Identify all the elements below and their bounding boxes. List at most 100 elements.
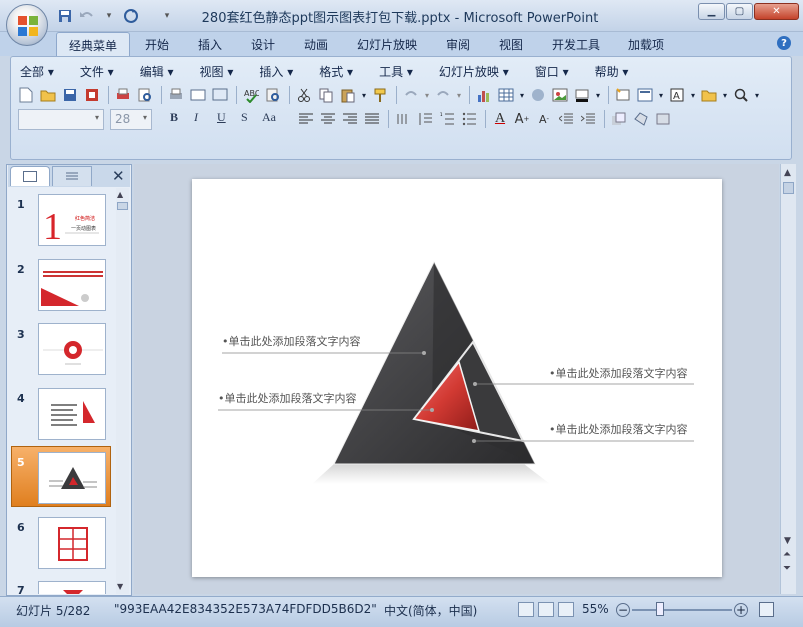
redo-icon[interactable] [433, 85, 453, 105]
current-slide[interactable]: •单击此处添加段落文字内容 •单击此处添加段落文字内容 •单击此处添加段落文字内… [192, 179, 722, 577]
zoom-out-icon[interactable]: − [616, 603, 630, 617]
thumbnail-slide-4[interactable] [38, 388, 106, 440]
thumbnail-slide-1[interactable]: 1 红色简洁 一页动图表 [38, 194, 106, 246]
textbox-icon[interactable]: A [667, 85, 687, 105]
shape-effects-icon[interactable] [653, 109, 673, 129]
menu-edit[interactable]: 编辑 ▾ [140, 63, 174, 79]
preview-icon[interactable] [188, 85, 208, 105]
tab-review[interactable]: 审阅 [446, 36, 470, 53]
font-color-icon[interactable]: A [490, 109, 510, 129]
maximize-icon[interactable]: ▢ [726, 3, 753, 20]
undo-icon[interactable] [401, 85, 421, 105]
menu-file[interactable]: 文件 ▾ [80, 63, 114, 79]
decrease-indent-icon[interactable] [556, 109, 576, 129]
undo-dropdown-icon[interactable]: ▾ [100, 7, 118, 25]
help-icon[interactable]: ? [777, 36, 791, 50]
tab-developer[interactable]: 开发工具 [552, 36, 600, 53]
shape-outline-icon[interactable] [631, 109, 651, 129]
tab-design[interactable]: 设计 [251, 36, 275, 53]
increase-indent-icon[interactable] [578, 109, 598, 129]
menu-tools[interactable]: 工具 ▾ [379, 63, 413, 79]
next-slide-icon[interactable]: ⏷ [783, 564, 791, 574]
scroll-down-icon[interactable]: ▼ [117, 582, 123, 591]
tab-insert[interactable]: 插入 [198, 36, 222, 53]
slideshow-view-icon[interactable] [558, 602, 574, 617]
print-preview-icon[interactable] [135, 85, 155, 105]
align-left-icon[interactable] [296, 109, 316, 129]
justify-icon[interactable] [362, 109, 382, 129]
open-folder-icon[interactable] [38, 85, 58, 105]
print-quick-icon[interactable] [166, 85, 186, 105]
zoom-slider-track[interactable] [632, 609, 732, 611]
layout-dropdown-icon[interactable]: ▾ [657, 85, 665, 105]
tab-home[interactable]: 开始 [145, 36, 169, 53]
thumbnail-slide-2[interactable] [38, 259, 106, 311]
thumbnail-slide-3[interactable] [38, 323, 106, 375]
font-name-combo[interactable]: ▾ [18, 109, 104, 130]
scroll-down-icon[interactable]: ▼ [784, 536, 791, 546]
arrange-icon[interactable] [609, 109, 629, 129]
menu-slideshow[interactable]: 幻灯片放映 ▾ [439, 63, 509, 79]
bold-icon[interactable]: B [170, 110, 178, 125]
slide-sorter-icon[interactable] [538, 602, 554, 617]
tab-classic-menu[interactable]: 经典菜单 [56, 32, 131, 57]
shrink-font-icon[interactable]: A- [534, 109, 554, 129]
paste-icon[interactable] [338, 85, 358, 105]
print-icon[interactable] [113, 85, 133, 105]
copy-icon[interactable] [316, 85, 336, 105]
bullet-text-2[interactable]: •单击此处添加段落文字内容 [218, 390, 357, 406]
scroll-up-icon[interactable]: ▲ [784, 168, 791, 178]
italic-icon[interactable]: I [194, 110, 198, 125]
permission-icon[interactable] [82, 85, 102, 105]
scroll-thumb[interactable] [117, 202, 128, 210]
tab-addins[interactable]: 加载项 [628, 36, 664, 53]
close-panel-icon[interactable]: ✕ [112, 167, 125, 185]
undo-icon[interactable] [78, 7, 96, 25]
menu-help[interactable]: 帮助 ▾ [595, 63, 629, 79]
line-spacing-icon[interactable] [415, 109, 435, 129]
underline-icon[interactable]: U [217, 110, 226, 125]
open-folder-icon-2[interactable] [699, 85, 719, 105]
paste-dropdown-icon[interactable]: ▾ [360, 85, 368, 105]
layout-icon[interactable] [635, 85, 655, 105]
bullet-text-1[interactable]: •单击此处添加段落文字内容 [222, 333, 361, 349]
zoom-dropdown-icon[interactable]: ▾ [753, 85, 761, 105]
font-size-combo[interactable]: 28 ▾ [110, 109, 152, 130]
thumbnail-slide-7[interactable] [38, 581, 106, 594]
menu-format[interactable]: 格式 ▾ [319, 63, 353, 79]
zoom-in-icon[interactable]: + [734, 603, 748, 617]
normal-view-icon[interactable] [518, 602, 534, 617]
tab-view[interactable]: 视图 [499, 36, 523, 53]
research-icon[interactable] [263, 85, 283, 105]
font-dropdown-icon[interactable]: ▾ [95, 113, 99, 122]
menu-view[interactable]: 视图 ▾ [200, 63, 234, 79]
language-indicator[interactable]: 中文(简体，中国) [384, 602, 477, 619]
menu-insert[interactable]: 插入 ▾ [259, 63, 293, 79]
zoom-slider-thumb[interactable] [656, 602, 664, 616]
undo-dropdown-icon[interactable]: ▾ [423, 85, 431, 105]
new-document-icon[interactable] [16, 85, 36, 105]
save-icon[interactable] [56, 7, 74, 25]
tab-slides-thumbnail[interactable] [10, 166, 50, 186]
clipart-icon[interactable] [528, 85, 548, 105]
spelling-icon[interactable]: ABC [241, 85, 261, 105]
fit-to-window-icon[interactable] [759, 602, 774, 617]
menu-window[interactable]: 窗口 ▾ [535, 63, 569, 79]
thumbnail-slide-5[interactable] [38, 452, 106, 504]
office-button[interactable] [6, 4, 48, 46]
new-slide-icon[interactable] [613, 85, 633, 105]
close-icon[interactable]: ✕ [754, 3, 799, 20]
fill-color-icon[interactable] [572, 85, 592, 105]
zoom-search-icon[interactable] [731, 85, 751, 105]
tab-animation[interactable]: 动画 [304, 36, 328, 53]
change-case-icon[interactable]: Aa [262, 110, 276, 125]
text-direction-icon[interactable] [393, 109, 413, 129]
folder-dropdown-icon[interactable]: ▾ [721, 85, 729, 105]
redo-icon[interactable] [122, 7, 140, 25]
numbering-icon[interactable]: 1 [437, 109, 457, 129]
previous-slide-icon[interactable]: ⏶ [783, 550, 791, 560]
chart-icon[interactable] [474, 85, 494, 105]
grow-font-icon[interactable]: A + [512, 109, 532, 129]
slides-icon[interactable] [210, 85, 230, 105]
cut-icon[interactable] [294, 85, 314, 105]
